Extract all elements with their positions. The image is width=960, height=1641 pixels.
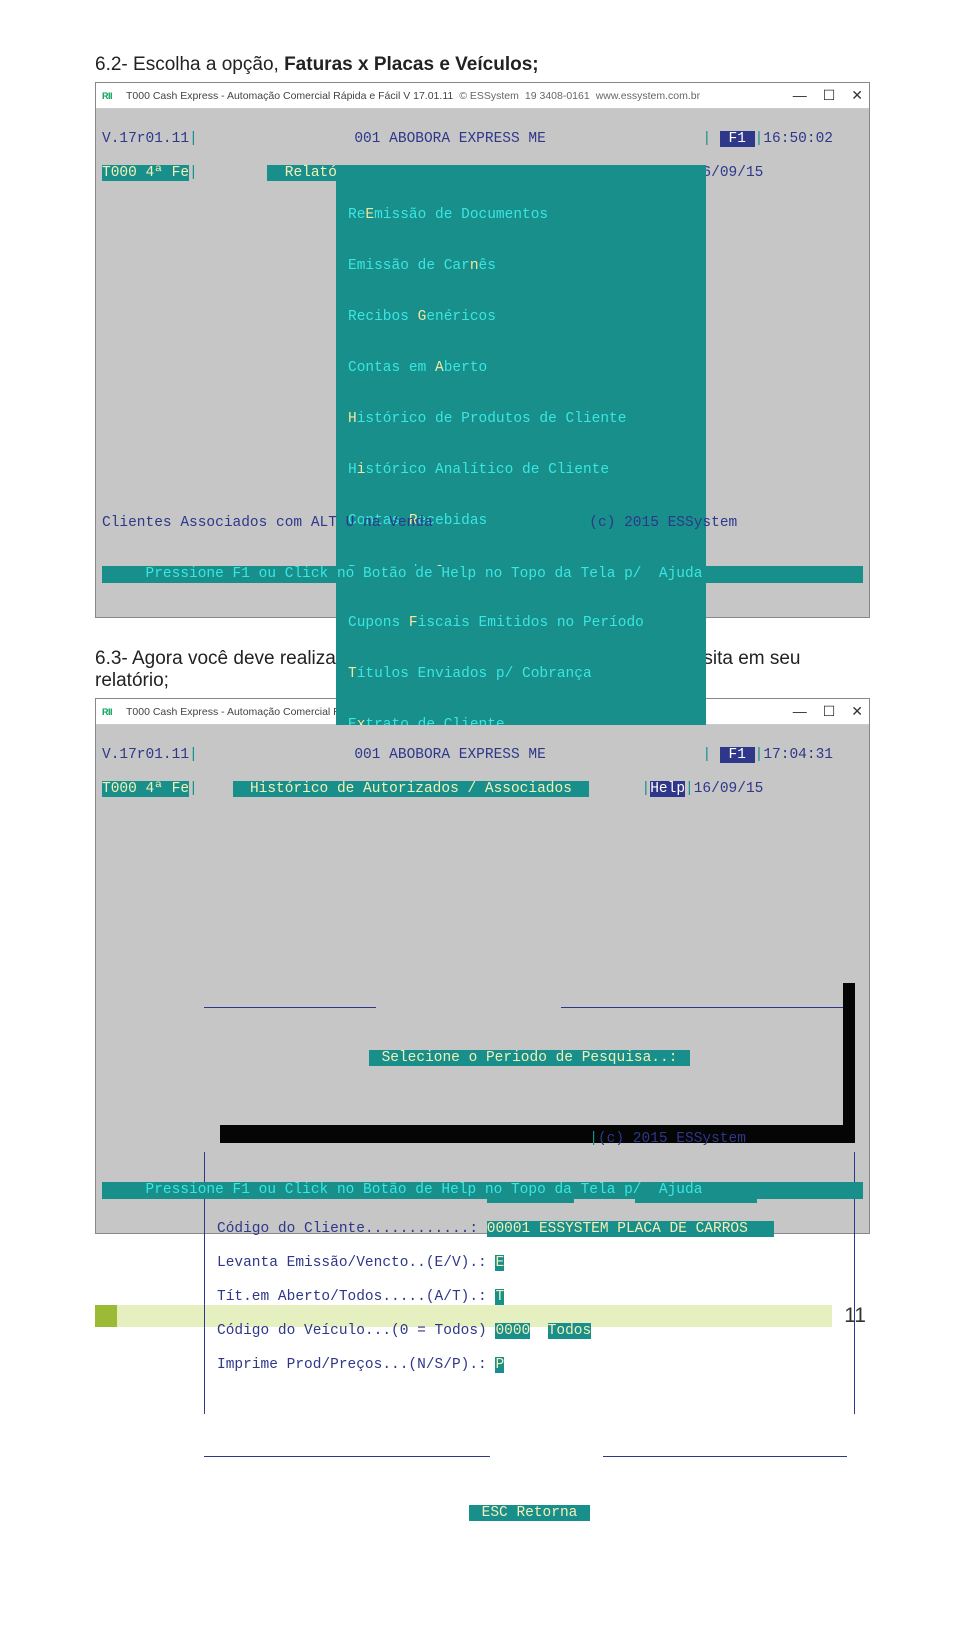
ess-url: www.essystem.com.br [596, 90, 700, 102]
terminal-body-1: V.17r01.11| 001 ABOBORA EXPRESS ME | F1 … [96, 109, 869, 617]
ev-label: Levanta Emissão/Vencto..(E/V).: [217, 1255, 487, 1271]
step-6-2-prefix: 6.2- Escolha a opção, [95, 54, 284, 75]
minimize-icon[interactable]: — [793, 703, 807, 720]
footer-hint: Clientes Associados com ALT U na Venda [102, 515, 433, 531]
window-title: T000 Cash Express - Automação Comercial … [126, 90, 453, 102]
close-icon[interactable]: ✕ [851, 87, 863, 104]
menu-item-recibos[interactable]: Recibos Genéricos [342, 309, 700, 326]
footer-help-line: Pressione F1 ou Click no Botão de Help n… [102, 1182, 737, 1198]
help-button[interactable]: Help [650, 781, 685, 797]
f1-button[interactable]: F1 [720, 131, 755, 147]
ev-input[interactable]: E [495, 1255, 504, 1271]
footer-accent [95, 1305, 117, 1327]
tline-label: T000 4ª Fe [102, 165, 189, 181]
date-label: 16/09/15 [694, 781, 764, 797]
footer-help-line: Pressione F1 ou Click no Botão de Help n… [102, 566, 737, 582]
app-icon: RII [102, 707, 120, 717]
veiculo-label: Código do Veículo...(0 = Todos) [217, 1323, 487, 1339]
step-6-2-heading: 6.2- Escolha a opção, Faturas x Placas e… [95, 54, 870, 76]
window-titlebar: RII T000 Cash Express - Automação Comerc… [96, 83, 869, 109]
frame-border [204, 1007, 376, 1008]
frame-border [204, 1456, 490, 1457]
menu-item-titulos-cobranca[interactable]: Títulos Enviados p/ Cobrança [342, 666, 700, 683]
esc-retorna-button[interactable]: ESC Retorna [469, 1505, 590, 1521]
menu-item-reemissao[interactable]: ReEmissão de Documentos [342, 207, 700, 224]
terminal-body-2: V.17r01.11| 001 ABOBORA EXPRESS ME | F1 … [96, 725, 869, 1233]
version-label: V.17r01.11 [102, 747, 189, 763]
form-title: Selecione o Periodo de Pesquisa..: [369, 1050, 690, 1066]
screenshot-1: RII T000 Cash Express - Automação Comerc… [95, 82, 870, 618]
ess-phone: 19 3408-0161 [525, 90, 590, 102]
menu-item-contas-aberto[interactable]: Contas em Aberto [342, 360, 700, 377]
imprime-label: Imprime Prod/Preços...(N/S/P).: [217, 1357, 487, 1373]
footer-copyright: (c) 2015 ESSystem [589, 515, 737, 531]
screen-subtitle: Histórico de Autorizados / Associados [233, 781, 590, 797]
time-label: 16:50:02 [763, 131, 833, 147]
ess-logo: © ESSystem [459, 90, 519, 102]
step-6-3-prefix: 6.3- [95, 648, 132, 669]
minimize-icon[interactable]: — [793, 87, 807, 104]
time-label: 17:04:31 [763, 747, 833, 763]
menu-item-hist-analitico[interactable]: Histórico Analítico de Cliente [342, 462, 700, 479]
company-name: 001 ABOBORA EXPRESS ME [354, 131, 545, 147]
veiculo-codigo-input[interactable]: 0000 [495, 1323, 530, 1339]
maximize-icon[interactable]: ☐ [823, 87, 836, 104]
menu-item-carnes[interactable]: Emissão de Carnês [342, 258, 700, 275]
at-input[interactable]: T [495, 1289, 504, 1305]
imprime-input[interactable]: P [495, 1357, 504, 1373]
at-label: Tít.em Aberto/Todos.....(A/T).: [217, 1289, 487, 1305]
company-name: 001 ABOBORA EXPRESS ME [354, 747, 545, 763]
menu-item-cupons-fiscais[interactable]: Cupons Fiscais Emitidos no Período [342, 615, 700, 632]
menu-item-hist-produtos[interactable]: Histórico de Produtos de Cliente [342, 411, 700, 428]
maximize-icon[interactable]: ☐ [823, 703, 836, 720]
app-icon: RII [102, 91, 120, 101]
close-icon[interactable]: ✕ [851, 703, 863, 720]
screenshot-2: RII T000 Cash Express - Automação Comerc… [95, 698, 870, 1234]
f1-button[interactable]: F1 [720, 747, 755, 763]
version-label: V.17r01.11 [102, 131, 189, 147]
frame-border [603, 1456, 847, 1457]
step-6-2-bold: Faturas x Placas e Veículos; [284, 54, 539, 75]
footer-copyright: (c) 2015 ESSystem [598, 1131, 746, 1147]
frame-border [561, 1007, 847, 1008]
veiculo-nome: Todos [548, 1323, 592, 1339]
tline-label: T000 4ª Fe [102, 781, 189, 797]
